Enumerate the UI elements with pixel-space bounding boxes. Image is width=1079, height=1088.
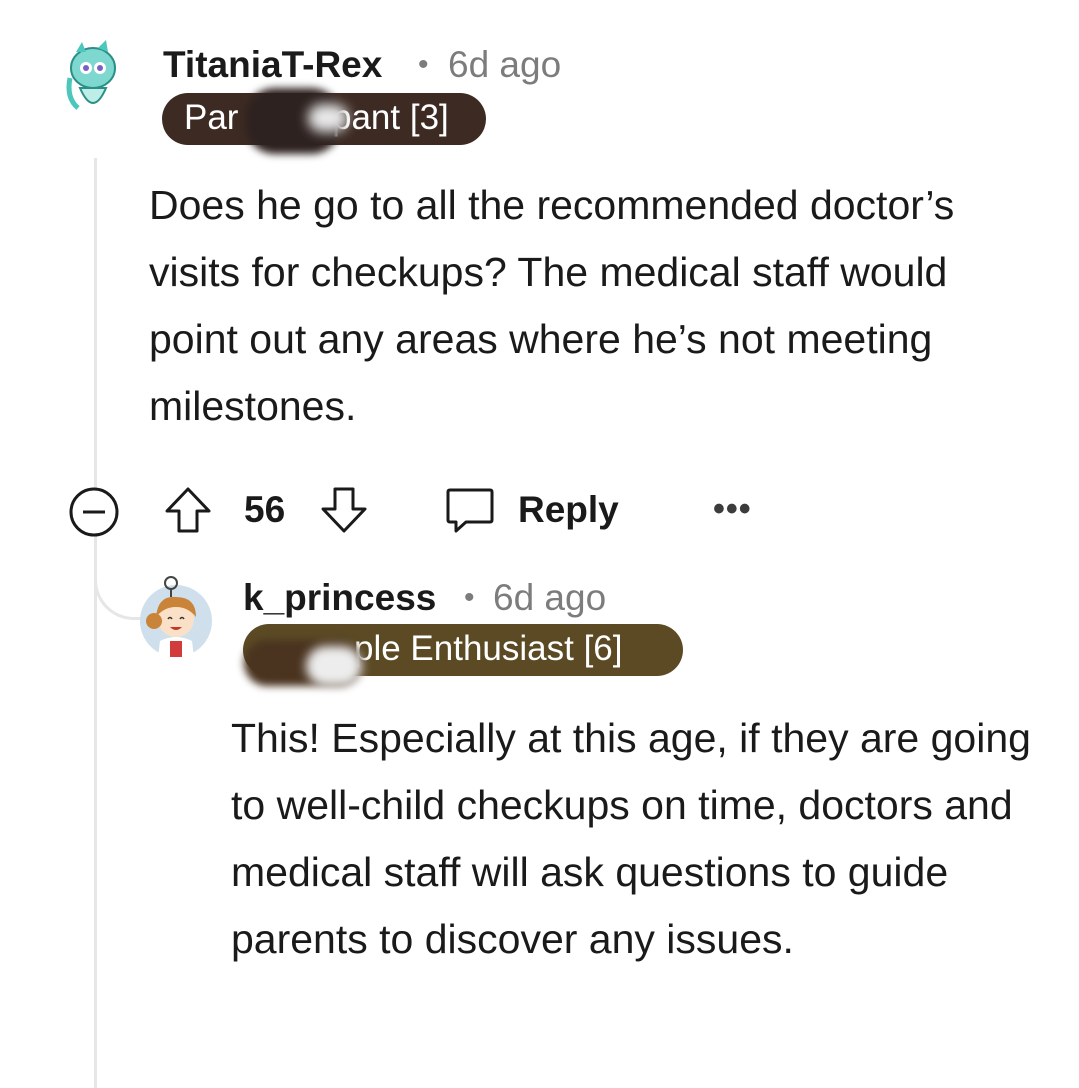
comment-username[interactable]: TitaniaT-Rex <box>163 44 382 86</box>
flair-text-right: pant [3] <box>332 98 449 137</box>
thread-line <box>94 158 97 1088</box>
upvote-arrow-icon[interactable] <box>162 484 214 536</box>
reply-body: This! Especially at this age, if they ar… <box>231 715 1031 962</box>
more-options-button[interactable]: ••• <box>713 490 752 529</box>
dinosaur-avatar-icon[interactable] <box>62 38 124 118</box>
reply-button[interactable]: Reply <box>518 489 619 531</box>
meta-separator: • <box>418 48 429 81</box>
redaction-blur-highlight <box>308 104 348 132</box>
redaction-blur-highlight <box>306 646 362 686</box>
collapse-minus-icon[interactable] <box>68 486 120 538</box>
vote-score: 56 <box>244 489 286 530</box>
meta-separator: • <box>464 581 475 614</box>
flair-text-right: ple Enthusiast [6] <box>354 629 623 668</box>
thread-branch-line <box>94 540 144 620</box>
speech-bubble-icon[interactable] <box>444 484 496 536</box>
downvote-arrow-icon[interactable] <box>318 484 370 536</box>
reply-username[interactable]: k_princess <box>243 577 436 619</box>
girl-avatar-icon[interactable] <box>138 575 214 657</box>
reply-timestamp: 6d ago <box>493 577 607 618</box>
flair-text-left: Par <box>184 98 239 137</box>
comment-body: Does he go to all the recommended doctor… <box>149 182 955 429</box>
comment-timestamp: 6d ago <box>448 44 562 85</box>
